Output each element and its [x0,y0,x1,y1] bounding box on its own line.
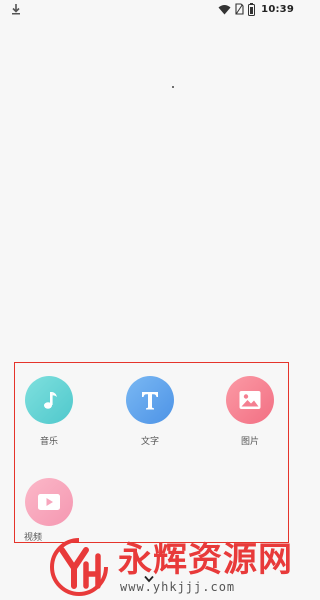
menu-item-music[interactable]: 音乐 [17,376,81,456]
text-icon-circle[interactable] [126,376,174,424]
image-icon [239,391,261,409]
wifi-icon [218,4,231,14]
menu-item-text[interactable]: 文字 [118,376,182,456]
watermark-logo-icon [50,538,108,596]
image-icon-circle[interactable] [226,376,274,424]
menu-item-image[interactable]: 图片 [218,376,282,456]
download-icon [12,4,20,15]
music-note-icon [44,392,57,409]
battery-icon [248,2,256,16]
play-video-icon [38,494,60,510]
menu-label-text: 文字 [140,437,159,447]
clock: 10:39 [261,3,294,15]
no-sim-icon [235,3,244,15]
screen: 10:39 音乐 文字 图片 视频 永辉资源网 www.yhkjjj.com [0,0,300,600]
video-icon-circle[interactable] [25,478,73,526]
status-icons: 10:39 [218,1,294,17]
menu-label-music: 音乐 [39,437,58,447]
watermark-brand: 永辉资源网 [118,540,293,580]
canvas-dot [172,86,174,88]
watermark: 永辉资源网 www.yhkjjj.com [48,536,293,598]
watermark-url: www.yhkjjj.com [120,580,236,594]
text-t-icon [142,392,158,410]
music-icon-circle[interactable] [25,376,73,424]
status-bar: 10:39 [0,0,300,18]
menu-label-image: 图片 [240,437,259,447]
